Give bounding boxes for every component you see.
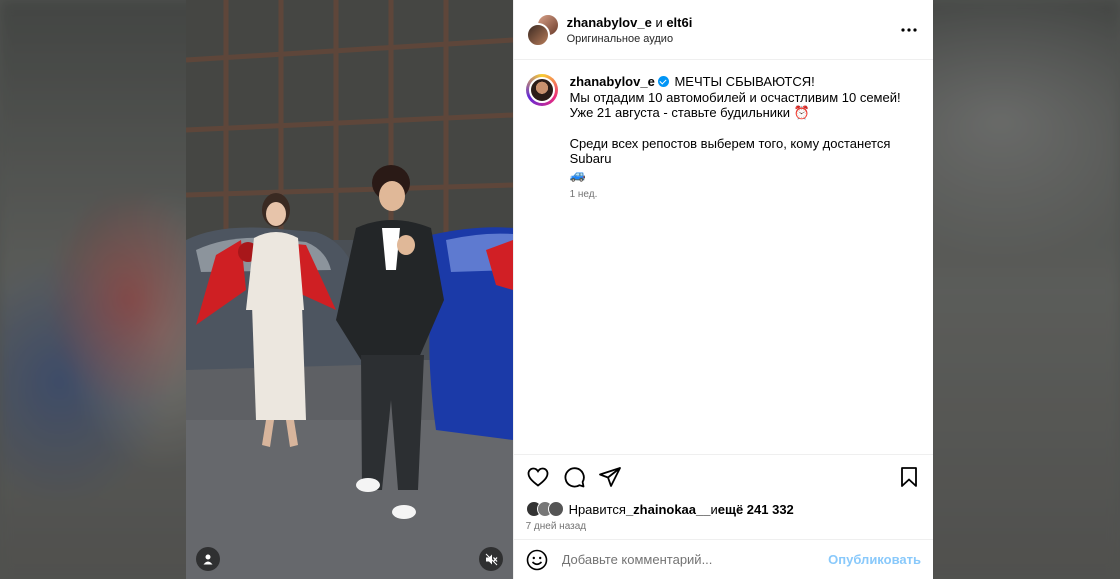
- conjunction: и: [651, 14, 667, 30]
- verified-icon: [657, 76, 669, 87]
- bookmark-icon[interactable]: [897, 465, 921, 489]
- comment-icon[interactable]: [562, 465, 586, 489]
- post-modal: zhanabylov_e и elt6i Оригинальное аудио …: [186, 0, 933, 579]
- emoji-icon[interactable]: [526, 549, 548, 571]
- avatar: [528, 77, 555, 103]
- caption-line: Среди всех репостов выберем того, кому д…: [569, 135, 891, 167]
- post-header: zhanabylov_e и elt6i Оригинальное аудио: [513, 0, 933, 60]
- comment-input[interactable]: [559, 551, 829, 568]
- heart-icon[interactable]: [526, 465, 550, 489]
- caption-timestamp[interactable]: 1 нед.: [570, 187, 921, 203]
- comment-bar: Опубликовать: [513, 539, 933, 579]
- mute-icon: [485, 553, 497, 565]
- caption-line: Мы отдадим 10 автомобилей и осчастливим …: [569, 89, 901, 105]
- likes-mid: и: [710, 501, 718, 517]
- author-avatar[interactable]: [525, 74, 558, 106]
- header-text: zhanabylov_e и elt6i Оригинальное аудио: [567, 15, 897, 45]
- mute-button[interactable]: [479, 547, 503, 571]
- action-bar: [513, 454, 933, 498]
- caption-line: Уже 21 августа - ставьте будильники ⏰: [569, 105, 810, 120]
- liker-username[interactable]: _zhainokaa__: [626, 502, 711, 517]
- likers-avatars[interactable]: [525, 501, 564, 517]
- audio-link[interactable]: Оригинальное аудио: [567, 33, 897, 45]
- likes-count[interactable]: ещё 241 332: [718, 502, 794, 517]
- collab-users: zhanabylov_e и elt6i: [567, 15, 897, 30]
- collab-avatars[interactable]: [525, 12, 560, 47]
- user-icon: [203, 554, 213, 565]
- post-date[interactable]: 7 дней назад: [514, 521, 933, 539]
- username-link[interactable]: zhanabylov_e: [567, 15, 652, 30]
- more-options-button[interactable]: [897, 18, 921, 42]
- caption-body: zhanabylov_e МЕЧТЫ СБЫВАЮТСЯ! Мы отдадим…: [570, 74, 921, 440]
- post-sidebar: zhanabylov_e и elt6i Оригинальное аудио …: [512, 0, 933, 579]
- caption-area: zhanabylov_e МЕЧТЫ СБЫВАЮТСЯ! Мы отдадим…: [514, 60, 933, 454]
- publish-button[interactable]: Опубликовать: [828, 552, 921, 567]
- avatar: [547, 501, 564, 517]
- share-icon[interactable]: [598, 465, 622, 489]
- likes-summary: Нравится _zhainokaa__ и ещё 241 332: [514, 498, 933, 520]
- caption-username[interactable]: zhanabylov_e: [570, 74, 655, 89]
- tagged-users-button[interactable]: [196, 547, 220, 571]
- post-video[interactable]: [186, 0, 513, 579]
- video-frame: [186, 0, 513, 579]
- more-icon: [901, 27, 917, 32]
- caption-line: МЕЧТЫ СБЫВАЮТСЯ!: [674, 74, 815, 89]
- username-link[interactable]: elt6i: [666, 15, 692, 30]
- likes-prefix: Нравится: [568, 501, 626, 517]
- caption-line: 🚙: [569, 166, 586, 182]
- avatar: [525, 22, 550, 47]
